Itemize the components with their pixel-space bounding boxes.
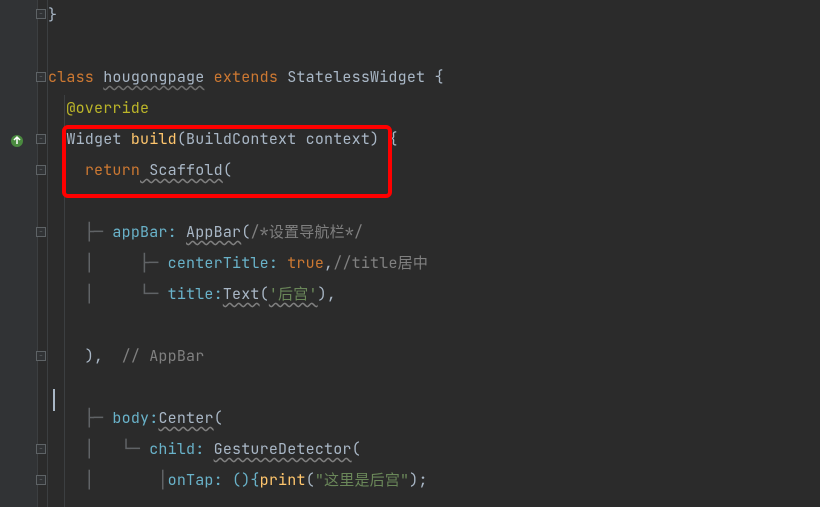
fold-marker[interactable]: − — [36, 9, 46, 19]
paren: ( — [223, 160, 232, 180]
comment-closing: // AppBar — [103, 346, 204, 366]
brace: } — [48, 5, 57, 25]
param-ontap: onTap: (){ — [168, 470, 260, 490]
param-appbar: appBar: — [112, 222, 186, 242]
paren-close: ); — [409, 470, 427, 490]
paren-close: ), — [85, 346, 103, 366]
brace: { — [425, 67, 443, 87]
annotation-override: @override — [66, 98, 149, 118]
method-build: build — [131, 129, 177, 149]
type-widget: Widget — [66, 129, 121, 149]
tree-branch: │ │ — [85, 470, 168, 490]
paren-close: ), — [318, 284, 336, 304]
tree-branch: ├─ — [85, 408, 113, 428]
type-statelesswidget: StatelessWidget — [287, 67, 425, 87]
comment: //title居中 — [333, 253, 428, 273]
param-body: body: — [112, 408, 158, 428]
comment: /*设置导航栏*/ — [250, 222, 363, 242]
comma: , — [324, 253, 333, 273]
text-caret — [53, 389, 55, 411]
string-literal: '后宫' — [269, 284, 318, 304]
type-gesturedetector: GestureDetector — [214, 439, 352, 459]
keyword-return: return — [85, 160, 140, 180]
paren: ( — [260, 284, 269, 304]
keyword-extends: extends — [214, 67, 278, 87]
type-buildcontext: (BuildContext — [177, 129, 297, 149]
code-editor[interactable]: } class hougongpage extends StatelessWid… — [48, 0, 820, 507]
paren: ( — [214, 408, 223, 428]
fold-marker[interactable]: − — [36, 134, 46, 144]
fold-marker[interactable]: − — [36, 72, 46, 82]
param-context: context) { — [296, 129, 397, 149]
paren: ( — [352, 439, 361, 459]
fold-marker[interactable]: − — [36, 475, 46, 485]
paren: ( — [306, 470, 315, 490]
param-centertitle: centerTitle: — [168, 253, 288, 273]
type-appbar: AppBar — [186, 222, 241, 242]
fold-marker[interactable]: − — [36, 444, 46, 454]
indent-guide — [64, 95, 65, 507]
func-print: print — [260, 470, 306, 490]
tree-branch: │ ├─ — [85, 253, 168, 273]
fold-marker[interactable]: − — [36, 351, 46, 361]
override-icon[interactable] — [10, 134, 24, 148]
param-title: title: — [168, 284, 223, 304]
tree-branch: │ └─ — [85, 439, 149, 459]
type-center: Center — [158, 408, 213, 428]
fold-marker[interactable]: − — [36, 165, 46, 175]
literal-true: true — [287, 253, 324, 273]
gutter: − − − − − − − − — [0, 0, 38, 507]
keyword-class: class — [48, 67, 94, 87]
type-scaffold: Scaffold — [140, 160, 223, 180]
param-child: child: — [149, 439, 213, 459]
class-name: hougongpage — [103, 67, 204, 87]
type-text: Text — [223, 284, 260, 304]
string-literal: "这里是后宫" — [315, 470, 409, 490]
tree-branch: ├─ — [85, 222, 113, 242]
tree-branch: │ └─ — [85, 284, 168, 304]
fold-marker[interactable]: − — [36, 227, 46, 237]
